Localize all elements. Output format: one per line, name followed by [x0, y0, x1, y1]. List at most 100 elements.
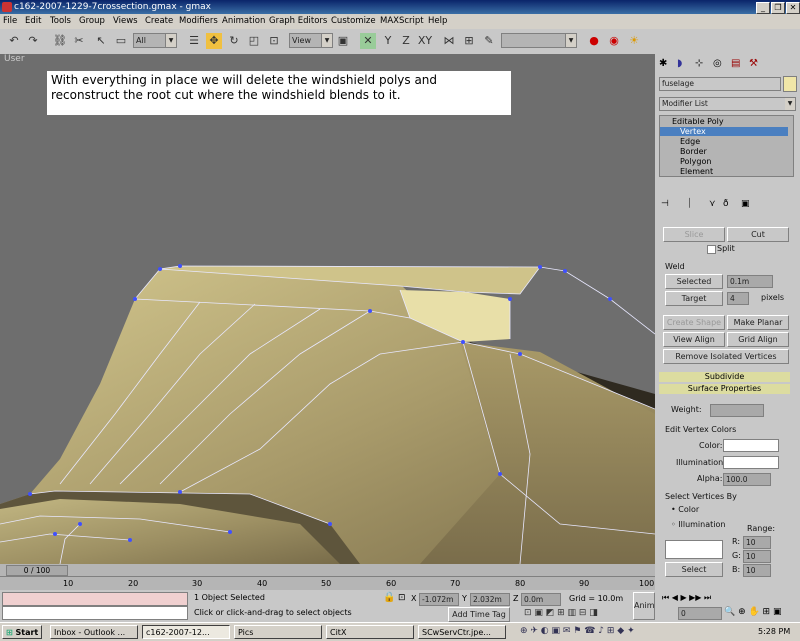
- scale-flyout-icon[interactable]: ⊡: [266, 33, 282, 49]
- stack-item-polygon[interactable]: Polygon: [680, 157, 711, 166]
- weld-target-pixels-field[interactable]: 4: [727, 292, 749, 305]
- animation-keys-icons[interactable]: ⊡ ▣ ◩ ⊞ ▥ ⊟ ◨: [524, 608, 598, 618]
- unlink-icon[interactable]: ✂: [71, 33, 87, 49]
- align-icon[interactable]: ⊞: [461, 33, 477, 49]
- restrict-z-icon[interactable]: Z: [398, 33, 414, 49]
- select-object-icon[interactable]: ↖: [93, 33, 109, 49]
- region-select-icon[interactable]: ▭: [113, 33, 129, 49]
- configure-sets-icon[interactable]: ▣: [741, 199, 750, 209]
- illumination-radio[interactable]: ◦ Illumination: [671, 520, 725, 529]
- menu-views[interactable]: Views: [113, 14, 138, 29]
- split-checkbox[interactable]: [707, 245, 716, 254]
- ref-coord-dropdown[interactable]: View ▼: [289, 33, 333, 48]
- remove-modifier-icon[interactable]: ð: [723, 199, 729, 209]
- y-coord-field[interactable]: 2.032m: [470, 593, 510, 606]
- restrict-y-icon[interactable]: Y: [380, 33, 396, 49]
- stack-item-element[interactable]: Element: [680, 167, 713, 176]
- utilities-tab-icon[interactable]: ⚒: [749, 58, 758, 69]
- task-outlook[interactable]: Inbox - Outlook ...: [50, 625, 138, 639]
- task-scwservctr[interactable]: SCwServCtr.jpe...: [418, 625, 506, 639]
- close-button[interactable]: ✕: [786, 2, 800, 14]
- view-align-button[interactable]: View Align: [663, 332, 725, 347]
- anim-mode-button[interactable]: Anim: [633, 592, 655, 620]
- pivot-center-icon[interactable]: ▣: [335, 33, 351, 49]
- slice-button[interactable]: Slice: [663, 227, 725, 242]
- make-planar-button[interactable]: Make Planar: [727, 315, 789, 330]
- menu-animation[interactable]: Animation: [222, 14, 265, 29]
- current-frame-field[interactable]: 0: [678, 607, 722, 620]
- add-time-tag-button[interactable]: Add Time Tag: [448, 607, 510, 622]
- menu-group[interactable]: Group: [79, 14, 105, 29]
- alpha-field[interactable]: 100.0: [723, 473, 771, 486]
- range-b-field[interactable]: 10: [743, 564, 771, 577]
- mirror-icon[interactable]: ⋈: [441, 33, 457, 49]
- range-r-field[interactable]: 10: [743, 536, 771, 549]
- display-tab-icon[interactable]: ▤: [731, 58, 740, 69]
- modifier-list-dropdown[interactable]: Modifier List ▼: [659, 97, 796, 111]
- illumination-color-swatch[interactable]: [723, 456, 779, 469]
- render-scene-icon[interactable]: ◉: [606, 33, 622, 49]
- motion-tab-icon[interactable]: ◎: [713, 58, 722, 69]
- remove-isolated-vertices-button[interactable]: Remove Isolated Vertices: [663, 349, 789, 364]
- named-selection-dropdown[interactable]: ▼: [501, 33, 577, 48]
- task-pics[interactable]: Pics: [234, 625, 322, 639]
- range-g-field[interactable]: 10: [743, 550, 771, 563]
- task-citx[interactable]: CitX: [326, 625, 414, 639]
- z-coord-field[interactable]: 0.0m: [521, 593, 561, 606]
- restrict-xy-icon[interactable]: XY: [417, 33, 433, 49]
- color-radio[interactable]: • Color: [671, 505, 699, 514]
- vertex-color-swatch[interactable]: [723, 439, 779, 452]
- start-button[interactable]: ⊞ Start: [2, 625, 42, 639]
- rotate-icon[interactable]: ↻: [226, 33, 242, 49]
- undo-icon[interactable]: ↶: [6, 33, 22, 49]
- weld-selected-button[interactable]: Selected: [665, 274, 723, 289]
- material-editor-icon[interactable]: ●: [586, 33, 602, 49]
- stack-item-edge[interactable]: Edge: [680, 137, 700, 146]
- maxscript-listener-white[interactable]: [2, 606, 188, 620]
- weld-target-button[interactable]: Target: [665, 291, 723, 306]
- viewport-user[interactable]: User With everything in place we will de…: [0, 54, 655, 564]
- viewport-label[interactable]: User: [4, 54, 25, 64]
- weight-field[interactable]: [710, 404, 764, 417]
- surface-properties-rollout[interactable]: Surface Properties: [659, 384, 790, 394]
- menu-modifiers[interactable]: Modifiers: [179, 14, 218, 29]
- weld-threshold-field[interactable]: 0.1m: [727, 275, 773, 288]
- select-by-name-icon[interactable]: ☰: [186, 33, 202, 49]
- subdivide-rollout[interactable]: Subdivide: [659, 372, 790, 382]
- selection-filter-dropdown[interactable]: All ▼: [133, 33, 177, 48]
- make-unique-icon[interactable]: ⋎: [709, 199, 716, 209]
- time-slider[interactable]: 0 / 100: [6, 565, 68, 576]
- pin-stack-icon[interactable]: ⊣: [661, 199, 669, 209]
- menu-file[interactable]: File: [3, 14, 17, 29]
- timeline[interactable]: 0 / 100 10 20 30 40 50 60 70 80 90 100: [0, 564, 655, 590]
- stack-item-border[interactable]: Border: [680, 147, 707, 156]
- stack-item-vertex[interactable]: Vertex: [660, 127, 788, 136]
- maximize-button[interactable]: ❐: [771, 2, 785, 14]
- redo-icon[interactable]: ↷: [25, 33, 41, 49]
- cut-button[interactable]: Cut: [727, 227, 789, 242]
- select-color-swatch[interactable]: [665, 540, 723, 559]
- x-coord-field[interactable]: -1.072m: [419, 593, 459, 606]
- menu-help[interactable]: Help: [428, 14, 447, 29]
- select-by-color-button[interactable]: Select: [665, 562, 723, 577]
- menu-create[interactable]: Create: [145, 14, 173, 29]
- hierarchy-tab-icon[interactable]: ⊹: [695, 58, 703, 69]
- playback-controls[interactable]: ⏮ ◀ ▶ ▶▶ ⏭: [662, 593, 711, 603]
- task-gmax[interactable]: c162-2007-12...: [142, 625, 230, 639]
- modify-tab-icon[interactable]: ◗: [677, 58, 682, 69]
- create-shape-button[interactable]: Create Shape: [663, 315, 725, 330]
- scale-icon[interactable]: ◰: [246, 33, 262, 49]
- maxscript-listener-pink[interactable]: [2, 592, 188, 606]
- minimize-button[interactable]: _: [756, 2, 770, 14]
- menu-customize[interactable]: Customize: [331, 14, 376, 29]
- menu-tools[interactable]: Tools: [50, 14, 71, 29]
- menu-graph-editors[interactable]: Graph Editors: [269, 14, 327, 29]
- named-selection-icon[interactable]: ✎: [481, 33, 497, 49]
- show-end-result-icon[interactable]: ⏐: [687, 199, 692, 209]
- move-icon[interactable]: ✥: [206, 33, 222, 49]
- menu-edit[interactable]: Edit: [25, 14, 41, 29]
- object-color-swatch[interactable]: [783, 76, 797, 92]
- grid-align-button[interactable]: Grid Align: [727, 332, 789, 347]
- menu-maxscript[interactable]: MAXScript: [380, 14, 424, 29]
- transform-mode-icon[interactable]: ⊡: [398, 593, 406, 603]
